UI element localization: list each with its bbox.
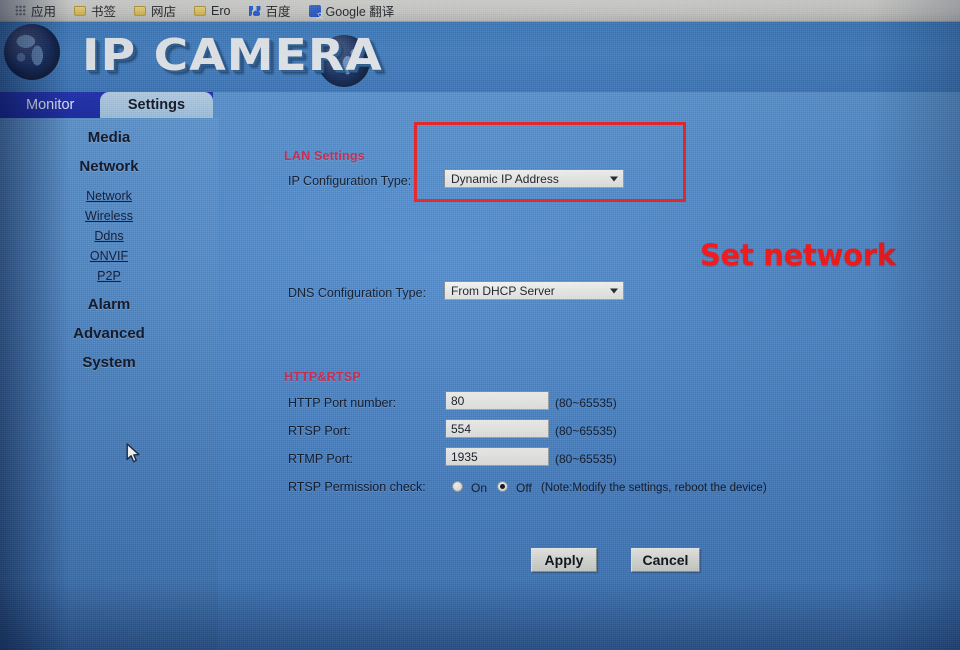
screen-photo: 应用 书签 网店 Ero 百度 Google 翻译 IP CAMERA bbox=[0, 0, 960, 650]
http-port-input[interactable]: 80 bbox=[445, 391, 549, 410]
bookmark-wangdian[interactable]: 网店 bbox=[125, 1, 185, 21]
ip-camera-page: IP CAMERA Monitor Settings Media Network… bbox=[0, 22, 960, 650]
folder-icon bbox=[74, 5, 87, 16]
label-rtmp-port: RTMP Port: bbox=[288, 452, 353, 466]
hint-rtsp-port-range: (80~65535) bbox=[555, 424, 617, 438]
hint-rtmp-port-range: (80~65535) bbox=[555, 452, 617, 466]
sidebar-item-system[interactable]: System bbox=[0, 353, 218, 373]
bookmark-label: 网店 bbox=[151, 5, 177, 19]
bookmark-label: Ero bbox=[211, 3, 231, 18]
label-http-port: HTTP Port number: bbox=[288, 396, 397, 410]
label-rtsp-port: RTSP Port: bbox=[288, 424, 351, 438]
input-value: 554 bbox=[451, 421, 472, 436]
page-title: IP CAMERA bbox=[82, 30, 383, 81]
label-rtsp-permission-off: Off bbox=[516, 481, 532, 495]
apps-grid-icon bbox=[15, 5, 26, 16]
sidebar-item-advanced[interactable]: Advanced bbox=[0, 324, 218, 344]
folder-icon bbox=[134, 5, 147, 16]
sidebar-item-onvif[interactable]: ONVIF bbox=[0, 246, 218, 266]
input-value: 80 bbox=[451, 393, 465, 408]
button-label: Cancel bbox=[642, 552, 689, 568]
dns-configuration-type-select[interactable]: From DHCP Server bbox=[444, 281, 624, 300]
section-title-http-rtsp: HTTP&RTSP bbox=[284, 370, 361, 384]
tab-label: Monitor bbox=[26, 97, 75, 113]
sidebar-item-ddns[interactable]: Ddns bbox=[0, 226, 218, 246]
select-value: From DHCP Server bbox=[451, 283, 555, 298]
page-banner: IP CAMERA bbox=[0, 22, 960, 92]
bookmark-label: 应用 bbox=[31, 5, 57, 19]
sidebar-item-alarm[interactable]: Alarm bbox=[0, 295, 218, 315]
browser-bookmark-bar: 应用 书签 网店 Ero 百度 Google 翻译 bbox=[0, 0, 960, 22]
sidebar: Media Network Network Wireless Ddns ONVI… bbox=[0, 118, 218, 650]
rtsp-permission-note: (Note:Modify the settings, reboot the de… bbox=[541, 482, 767, 494]
baidu-paw-icon bbox=[248, 5, 261, 17]
tab-monitor[interactable]: Monitor bbox=[20, 93, 80, 117]
bookmark-baidu[interactable]: 百度 bbox=[240, 1, 300, 21]
chevron-down-icon bbox=[610, 288, 618, 293]
highlight-box-annotation bbox=[414, 122, 686, 202]
button-label: Apply bbox=[544, 552, 584, 568]
rtmp-port-input[interactable]: 1935 bbox=[445, 447, 549, 466]
rtsp-port-input[interactable]: 554 bbox=[445, 419, 549, 438]
bookmark-shujian[interactable]: 书签 bbox=[65, 1, 125, 21]
apply-button[interactable]: Apply bbox=[531, 548, 597, 572]
mouse-cursor-icon bbox=[126, 443, 140, 463]
cancel-button[interactable]: Cancel bbox=[631, 548, 700, 572]
folder-icon bbox=[194, 5, 207, 16]
sidebar-item-network[interactable]: Network bbox=[0, 157, 218, 177]
bookmark-google-translate[interactable]: Google 翻译 bbox=[300, 1, 404, 21]
tab-label: Settings bbox=[127, 97, 186, 113]
globe-icon bbox=[4, 24, 60, 80]
bookmark-label: Google 翻译 bbox=[325, 5, 395, 19]
label-rtsp-permission-check: RTSP Permission check: bbox=[288, 480, 426, 494]
label-rtsp-permission-on: On bbox=[471, 481, 488, 495]
bookmark-label: 书签 bbox=[91, 5, 117, 19]
section-title-lan: LAN Settings bbox=[284, 149, 365, 163]
bookmark-ero[interactable]: Ero bbox=[185, 1, 239, 21]
label-ip-configuration-type: IP Configuration Type: bbox=[288, 174, 412, 188]
set-network-callout: Set network bbox=[700, 238, 896, 272]
google-translate-icon bbox=[308, 4, 324, 20]
tab-settings[interactable]: Settings bbox=[100, 92, 213, 118]
sidebar-item-p2p[interactable]: P2P bbox=[0, 266, 218, 286]
rtsp-permission-radio-on[interactable] bbox=[452, 481, 463, 492]
label-dns-configuration-type: DNS Configuration Type: bbox=[288, 286, 427, 300]
hint-http-port-range: (80~65535) bbox=[555, 396, 617, 410]
bookmark-label: 百度 bbox=[265, 5, 291, 19]
sidebar-item-network-link[interactable]: Network bbox=[0, 186, 218, 206]
input-value: 1935 bbox=[451, 449, 478, 464]
sidebar-item-media[interactable]: Media bbox=[0, 128, 218, 148]
bookmark-apps[interactable]: 应用 bbox=[6, 1, 65, 21]
sidebar-item-wireless[interactable]: Wireless bbox=[0, 206, 218, 226]
rtsp-permission-radio-off[interactable] bbox=[497, 481, 508, 492]
